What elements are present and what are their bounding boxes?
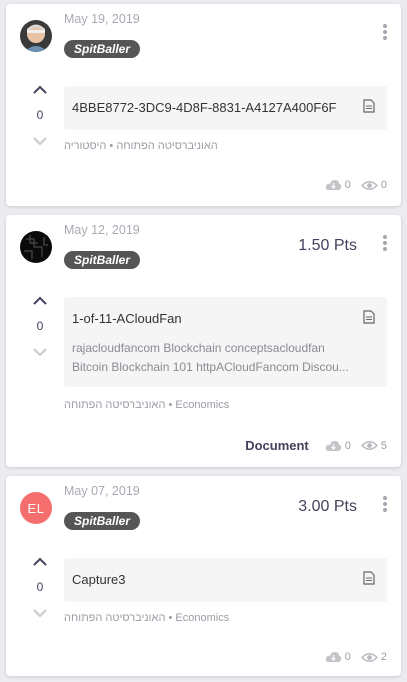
meta-separator: •: [106, 140, 114, 152]
document-preview[interactable]: Capture3: [64, 558, 387, 602]
upvote-icon[interactable]: [32, 556, 48, 568]
course-name[interactable]: היסטוריה: [64, 140, 106, 152]
user-photo-icon: [20, 20, 52, 52]
vote-control: 0: [32, 295, 48, 358]
vote-count: 0: [36, 108, 44, 122]
upvote-icon[interactable]: [32, 295, 48, 307]
upvote-icon[interactable]: [32, 84, 48, 96]
views-icon: [360, 441, 378, 450]
document-icon: [363, 571, 375, 585]
description-line: rajacloudfancom Blockchain conceptsaclou…: [72, 341, 325, 355]
vote-control: 0: [32, 84, 48, 147]
document-description: rajacloudfancom Blockchain conceptsaclou…: [72, 339, 375, 377]
user-avatar[interactable]: [20, 231, 52, 263]
post-card: May 12, 2019 SpitBaller 1.50 Pts 0 1-of-…: [6, 215, 401, 467]
download-icon: [325, 180, 341, 190]
post-meta: האוניברסיטה הפתוחה • Economics: [64, 612, 229, 624]
view-count: 0: [380, 179, 387, 191]
more-options-icon[interactable]: [383, 496, 387, 512]
document-title[interactable]: Capture3: [72, 572, 125, 587]
points-value: 3.00 Pts: [298, 498, 357, 515]
view-count: 5: [380, 439, 387, 452]
dark-pattern-avatar-icon: [20, 231, 52, 263]
post-card: May 19, 2019 SpitBaller 0 4BBE8772-3DC9-…: [6, 4, 401, 206]
description-line: Bitcoin Blockchain 101 httpACloudFancom …: [72, 360, 349, 374]
course-name[interactable]: Economics: [175, 399, 229, 411]
post-stats: Document 0 5: [245, 438, 387, 453]
views-icon: [360, 180, 378, 190]
university-name[interactable]: האוניברסיטה הפתוחה: [116, 140, 217, 152]
post-meta: האוניברסיטה הפתוחה • היסטוריה: [64, 140, 218, 152]
document-preview[interactable]: 4BBE8772-3DC9-4D8F-8831-A4127A400F6F: [64, 86, 387, 130]
user-badge[interactable]: SpitBaller: [64, 251, 141, 269]
post-card: EL May 07, 2019 SpitBaller 3.00 Pts 0 Ca…: [6, 476, 401, 676]
download-count: 0: [344, 651, 351, 663]
user-badge[interactable]: SpitBaller: [64, 512, 141, 530]
download-icon: [325, 652, 341, 662]
document-icon: [363, 99, 375, 113]
vote-count: 0: [36, 580, 44, 594]
user-badge[interactable]: SpitBaller: [64, 40, 141, 58]
downvote-icon[interactable]: [32, 346, 48, 358]
document-title[interactable]: 1-of-11-ACloudFan: [72, 311, 182, 326]
post-date: May 12, 2019: [64, 223, 140, 237]
course-name[interactable]: Economics: [175, 612, 229, 624]
post-stats: 0 0: [315, 179, 387, 191]
user-avatar[interactable]: EL: [20, 492, 52, 524]
university-name[interactable]: האוניברסיטה הפתוחה: [64, 612, 165, 624]
download-count: 0: [344, 439, 351, 452]
user-avatar[interactable]: [20, 20, 52, 52]
view-count: 2: [380, 651, 387, 663]
document-preview[interactable]: 1-of-11-ACloudFan rajacloudfancom Blockc…: [64, 297, 387, 387]
post-meta: האוניברסיטה הפתוחה • Economics: [64, 399, 229, 411]
downvote-icon[interactable]: [32, 607, 48, 619]
download-icon: [325, 440, 341, 451]
points-value: 1.50 Pts: [298, 237, 357, 254]
vote-control: 0: [32, 556, 48, 619]
downvote-icon[interactable]: [32, 135, 48, 147]
document-icon: [363, 310, 375, 324]
post-stats: 0 2: [315, 651, 387, 663]
post-date: May 19, 2019: [64, 12, 140, 26]
document-type-link[interactable]: Document: [245, 438, 309, 453]
university-name[interactable]: האוניברסיטה הפתוחה: [64, 399, 165, 411]
post-date: May 07, 2019: [64, 484, 140, 498]
more-options-icon[interactable]: [383, 235, 387, 251]
download-count: 0: [344, 179, 351, 191]
more-options-icon[interactable]: [383, 24, 387, 40]
document-title[interactable]: 4BBE8772-3DC9-4D8F-8831-A4127A400F6F: [72, 100, 337, 115]
views-icon: [360, 652, 378, 662]
vote-count: 0: [36, 319, 44, 333]
